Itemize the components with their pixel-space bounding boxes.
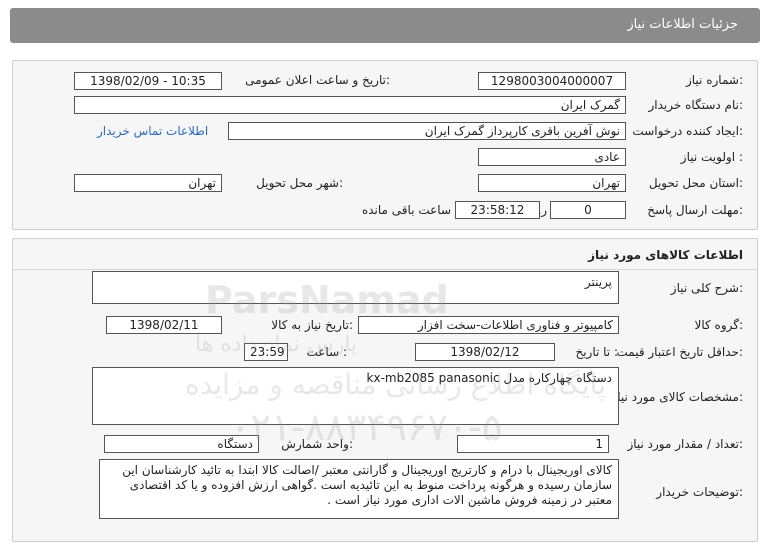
announce-datetime-field: 1398/02/09 - 10:35: [74, 72, 222, 90]
goods-group-field: کامپیوتر و فناوری اطلاعات-سخت افزار: [358, 316, 619, 334]
buyer-notes-field: کالای اوریجینال با درام و کارتریج اوریجی…: [99, 459, 619, 519]
creator-label: ایجاد کننده درخواست:: [632, 124, 743, 138]
section-divider: [13, 269, 757, 270]
quantity-label: تعداد / مقدار مورد نیاز:: [627, 437, 743, 451]
validity-time-label: ساعت :: [306, 345, 347, 359]
creator-field: نوش آفرین باقری کارپرداز گمرک ایران: [228, 122, 626, 140]
need-date-label: تاریخ نیاز به کالا:: [271, 318, 353, 332]
priority-field: عادی: [478, 148, 626, 166]
deadline-label: مهلت ارسال پاسخ:: [647, 203, 743, 217]
validity-time-field: 23:59: [244, 343, 288, 361]
quantity-field: 1: [457, 435, 609, 453]
min-price-validity-label: حداقل تاریخ اعتبار قیمت:: [616, 345, 743, 359]
province-field: تهران: [478, 174, 626, 192]
priority-label: اولویت نیاز :: [680, 150, 743, 164]
buyer-org-label: نام دستگاه خریدار:: [648, 98, 744, 112]
unit-label: واحد شمارش:: [281, 437, 353, 451]
goods-spec-field: دستگاه چهارکاره مدل kx-mb2085 panasonic: [92, 367, 619, 425]
page-title: جزئیات اطلاعات نیاز: [627, 17, 738, 32]
until-date-label: تا تاریخ :: [575, 345, 618, 359]
page-header: جزئیات اطلاعات نیاز: [10, 8, 760, 43]
city-field: تهران: [74, 174, 222, 192]
goods-section-title: اطلاعات کالاهای مورد نیاز: [588, 248, 743, 262]
need-number-label: شماره نیاز:: [685, 73, 743, 87]
need-date-field: 1398/02/11: [106, 316, 222, 334]
remaining-hours-label: ساعت باقی مانده: [361, 203, 451, 217]
goods-spec-label: مشخصات کالای مورد نیاز:: [611, 390, 743, 404]
goods-info-panel: اطلاعات کالاهای مورد نیاز شرح کلی نیاز: …: [12, 238, 758, 542]
goods-group-label: گروه کالا:: [694, 318, 744, 332]
deadline-time-field: 23:58:12: [455, 201, 540, 219]
buyer-contact-link[interactable]: اطلاعات تماس خریدار: [97, 124, 208, 138]
need-number-field: 1298003004000007: [478, 72, 626, 90]
announce-datetime-label: تاریخ و ساعت اعلان عمومی:: [245, 73, 390, 87]
general-desc-field: پرینتر: [92, 271, 619, 304]
deadline-days-field: 0: [550, 201, 626, 219]
buyer-org-field: گمرک ایران: [74, 96, 626, 114]
province-label: استان محل تحویل:: [648, 176, 743, 190]
need-info-panel: شماره نیاز: 1298003004000007 تاریخ و ساع…: [12, 60, 758, 230]
city-label: شهر محل تحویل:: [256, 176, 343, 190]
unit-field: دستگاه: [104, 435, 259, 453]
buyer-notes-label: توضیحات خریدار:: [656, 485, 743, 499]
general-desc-label: شرح کلی نیاز:: [670, 281, 743, 295]
until-date-field: 1398/02/12: [415, 343, 555, 361]
